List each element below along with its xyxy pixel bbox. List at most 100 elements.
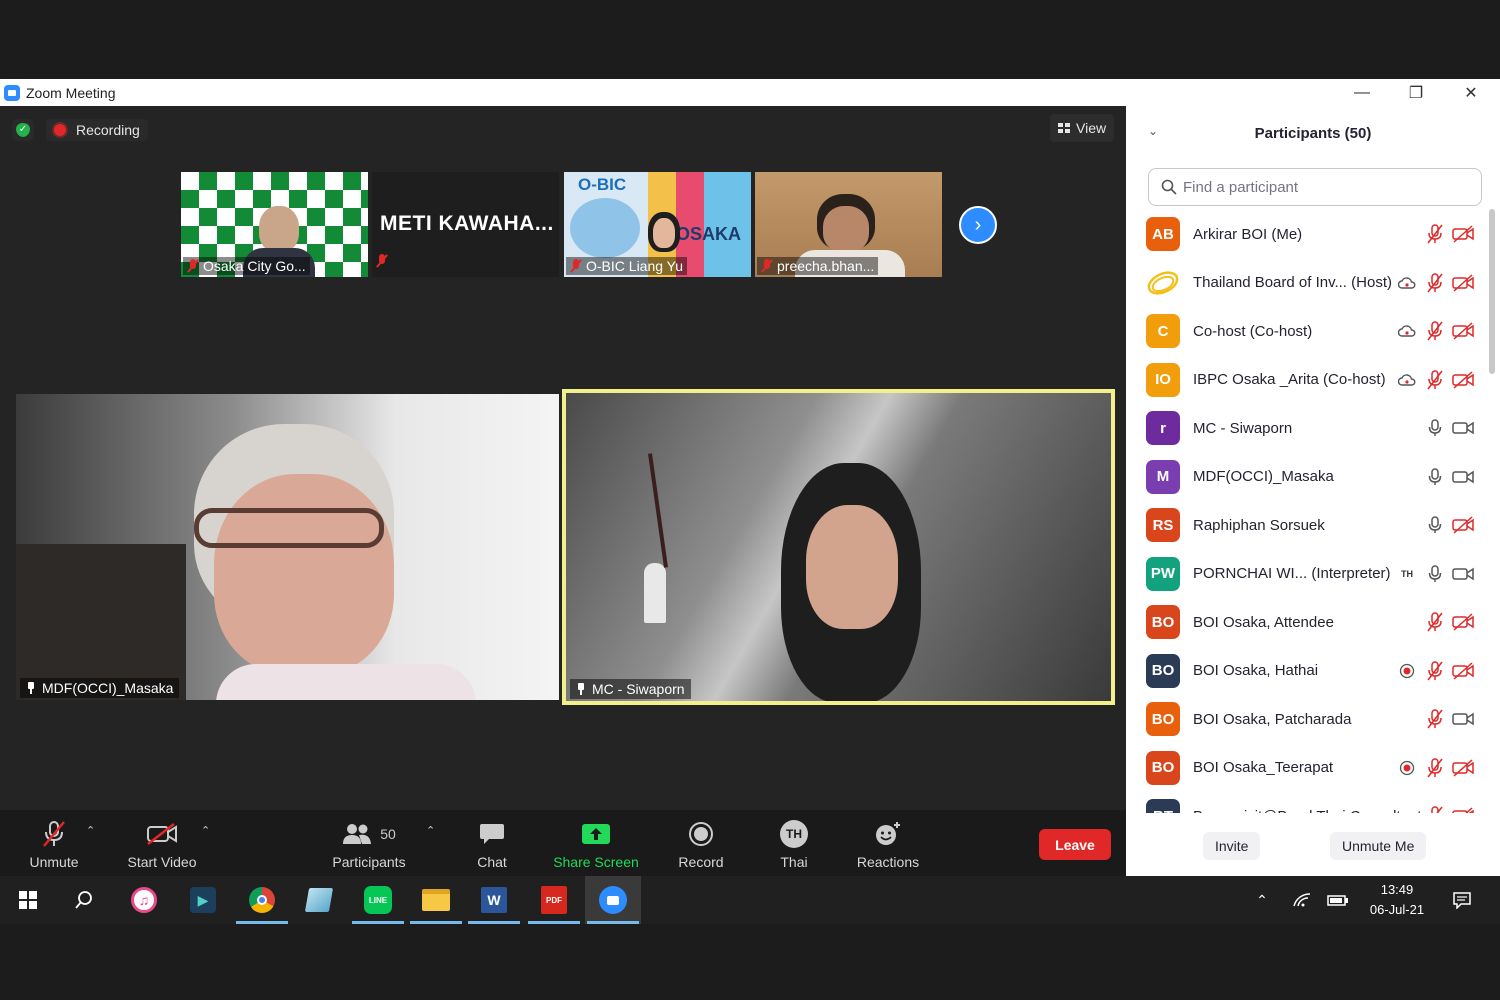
cloud-recording-icon[interactable]: [1396, 320, 1418, 342]
video-off-icon[interactable]: [1452, 805, 1474, 813]
chrome-icon[interactable]: [234, 876, 290, 924]
muted-mic-icon[interactable]: [1424, 223, 1446, 245]
participant-row[interactable]: IO IBPC Osaka _Arita (Co-host): [1126, 356, 1488, 404]
leave-button[interactable]: Leave: [1039, 829, 1111, 860]
video-camera-icon[interactable]: [1452, 466, 1474, 488]
video-camera-icon[interactable]: [1452, 417, 1474, 439]
cloud-recording-icon[interactable]: [1396, 272, 1418, 294]
search-icon[interactable]: [56, 876, 112, 924]
participant-row[interactable]: PW PORNCHAI WI... (Interpreter) TH: [1126, 550, 1488, 598]
muted-mic-icon[interactable]: [1424, 708, 1446, 730]
thumbnail-osaka-city[interactable]: Osaka City Go...: [181, 172, 368, 277]
participant-row[interactable]: BO BOI Osaka, Attendee: [1126, 598, 1488, 646]
thumbnail-obic[interactable]: O-BIC OSAKA O-BIC Liang Yu: [564, 172, 751, 277]
participant-row[interactable]: AB Arkirar BOI (Me): [1126, 210, 1488, 258]
participant-row[interactable]: C Co-host (Co-host): [1126, 307, 1488, 355]
video-off-icon[interactable]: [1452, 272, 1474, 294]
mic-icon[interactable]: [1424, 417, 1446, 439]
participant-avatar: AB: [1146, 217, 1180, 251]
participants-button[interactable]: 50 Participants: [328, 810, 410, 876]
mic-icon[interactable]: [1424, 466, 1446, 488]
zoom-app-icon: [4, 84, 20, 101]
audio-options-caret-icon[interactable]: ⌃: [86, 824, 95, 837]
video-off-icon[interactable]: [1452, 369, 1474, 391]
muted-mic-icon[interactable]: [1424, 611, 1446, 633]
mic-icon[interactable]: [1424, 563, 1446, 585]
next-page-button[interactable]: ›: [959, 206, 997, 244]
search-input[interactable]: [1183, 178, 1463, 196]
participant-row[interactable]: BT Benyapisit@Bond Thai Consultant: [1126, 792, 1488, 813]
video-camera-icon[interactable]: [1452, 563, 1474, 585]
muted-mic-icon[interactable]: [1424, 369, 1446, 391]
record-button[interactable]: Record: [672, 810, 730, 876]
chat-button[interactable]: Chat: [466, 810, 518, 876]
notes-app-icon[interactable]: [291, 876, 347, 924]
windows-start-icon[interactable]: [0, 876, 56, 924]
video-off-icon[interactable]: [1452, 223, 1474, 245]
video-camera-icon[interactable]: [1452, 708, 1474, 730]
battery-icon[interactable]: [1310, 876, 1366, 924]
participant-row[interactable]: M MDF(OCCI)_Masaka: [1126, 453, 1488, 501]
invite-button[interactable]: Invite: [1203, 832, 1261, 860]
video-off-icon[interactable]: [1452, 320, 1474, 342]
scrollbar-thumb[interactable]: [1489, 209, 1495, 374]
language-interpretation-button[interactable]: TH Thai: [770, 810, 818, 876]
video-masaka[interactable]: MDF(OCCI)_Masaka: [16, 394, 559, 700]
participant-search[interactable]: [1148, 168, 1482, 206]
muted-mic-icon[interactable]: [1424, 805, 1446, 813]
unmute-button[interactable]: Unmute: [18, 810, 90, 876]
video-off-icon[interactable]: [1452, 660, 1474, 682]
video-siwaporn-active-speaker[interactable]: MC - Siwaporn: [562, 389, 1115, 705]
participant-row[interactable]: r MC - Siwaporn: [1126, 404, 1488, 452]
thumbnail-preecha[interactable]: preecha.bhan...: [755, 172, 942, 277]
muted-mic-icon[interactable]: [1424, 757, 1446, 779]
notification-center-icon[interactable]: [1434, 876, 1490, 924]
muted-mic-icon[interactable]: [1424, 660, 1446, 682]
restore-button[interactable]: ❐: [1389, 79, 1443, 106]
thumbnail-meti[interactable]: METI KAWAHA...: [372, 172, 559, 277]
recording-indicator[interactable]: Recording: [46, 119, 148, 141]
file-explorer-icon[interactable]: [408, 876, 464, 924]
local-recording-icon[interactable]: [1396, 660, 1418, 682]
participant-avatar: r: [1146, 411, 1180, 445]
share-screen-button[interactable]: Share Screen: [550, 810, 642, 876]
start-video-button[interactable]: Start Video: [120, 810, 204, 876]
view-button[interactable]: View: [1050, 114, 1115, 142]
pin-icon: [26, 682, 36, 694]
participant-row[interactable]: RS Raphiphan Sorsuek: [1126, 501, 1488, 549]
word-icon[interactable]: W: [466, 876, 522, 924]
muted-mic-icon[interactable]: [1424, 272, 1446, 294]
system-clock[interactable]: 13:49 06-Jul-21: [1360, 880, 1434, 920]
participant-avatar: BO: [1146, 750, 1180, 785]
screen-top-band: [0, 0, 1500, 79]
plant-stem-graphic: [648, 453, 668, 568]
muted-mic-icon[interactable]: [1424, 320, 1446, 342]
video-off-icon[interactable]: [1452, 514, 1474, 536]
start-video-label: Start Video: [127, 854, 197, 870]
participant-name: BOI Osaka, Attendee: [1193, 613, 1334, 631]
language-badge: TH: [780, 820, 808, 848]
line-icon[interactable]: LINE: [350, 876, 406, 924]
mic-icon[interactable]: [1424, 514, 1446, 536]
close-window-button[interactable]: ✕: [1444, 79, 1498, 106]
participants-options-caret-icon[interactable]: ⌃: [426, 824, 435, 837]
video-options-caret-icon[interactable]: ⌃: [201, 824, 210, 837]
unmute-me-button[interactable]: Unmute Me: [1330, 832, 1427, 860]
security-shield-icon[interactable]: ✓: [12, 119, 34, 141]
media-app-icon[interactable]: ▶: [175, 876, 231, 924]
local-recording-icon[interactable]: [1396, 757, 1418, 779]
participant-row[interactable]: BO BOI Osaka, Patcharada: [1126, 695, 1488, 743]
participant-row[interactable]: BO BOI Osaka_Teerapat: [1126, 744, 1488, 792]
video-off-icon[interactable]: [1452, 611, 1474, 633]
participants-scrollbar[interactable]: [1488, 209, 1496, 813]
reactions-button[interactable]: Reactions: [850, 810, 926, 876]
participant-row[interactable]: Thailand Board of Inv... (Host): [1126, 259, 1488, 307]
cloud-recording-icon[interactable]: [1396, 369, 1418, 391]
participant-row[interactable]: BO BOI Osaka, Hathai: [1126, 647, 1488, 695]
zoom-taskbar-icon[interactable]: [585, 876, 641, 924]
pdf-editor-icon[interactable]: PDF: [526, 876, 582, 924]
minimize-button[interactable]: —: [1335, 79, 1389, 106]
view-label: View: [1076, 120, 1107, 136]
video-off-icon[interactable]: [1452, 757, 1474, 779]
itunes-icon[interactable]: ♫: [116, 876, 172, 924]
